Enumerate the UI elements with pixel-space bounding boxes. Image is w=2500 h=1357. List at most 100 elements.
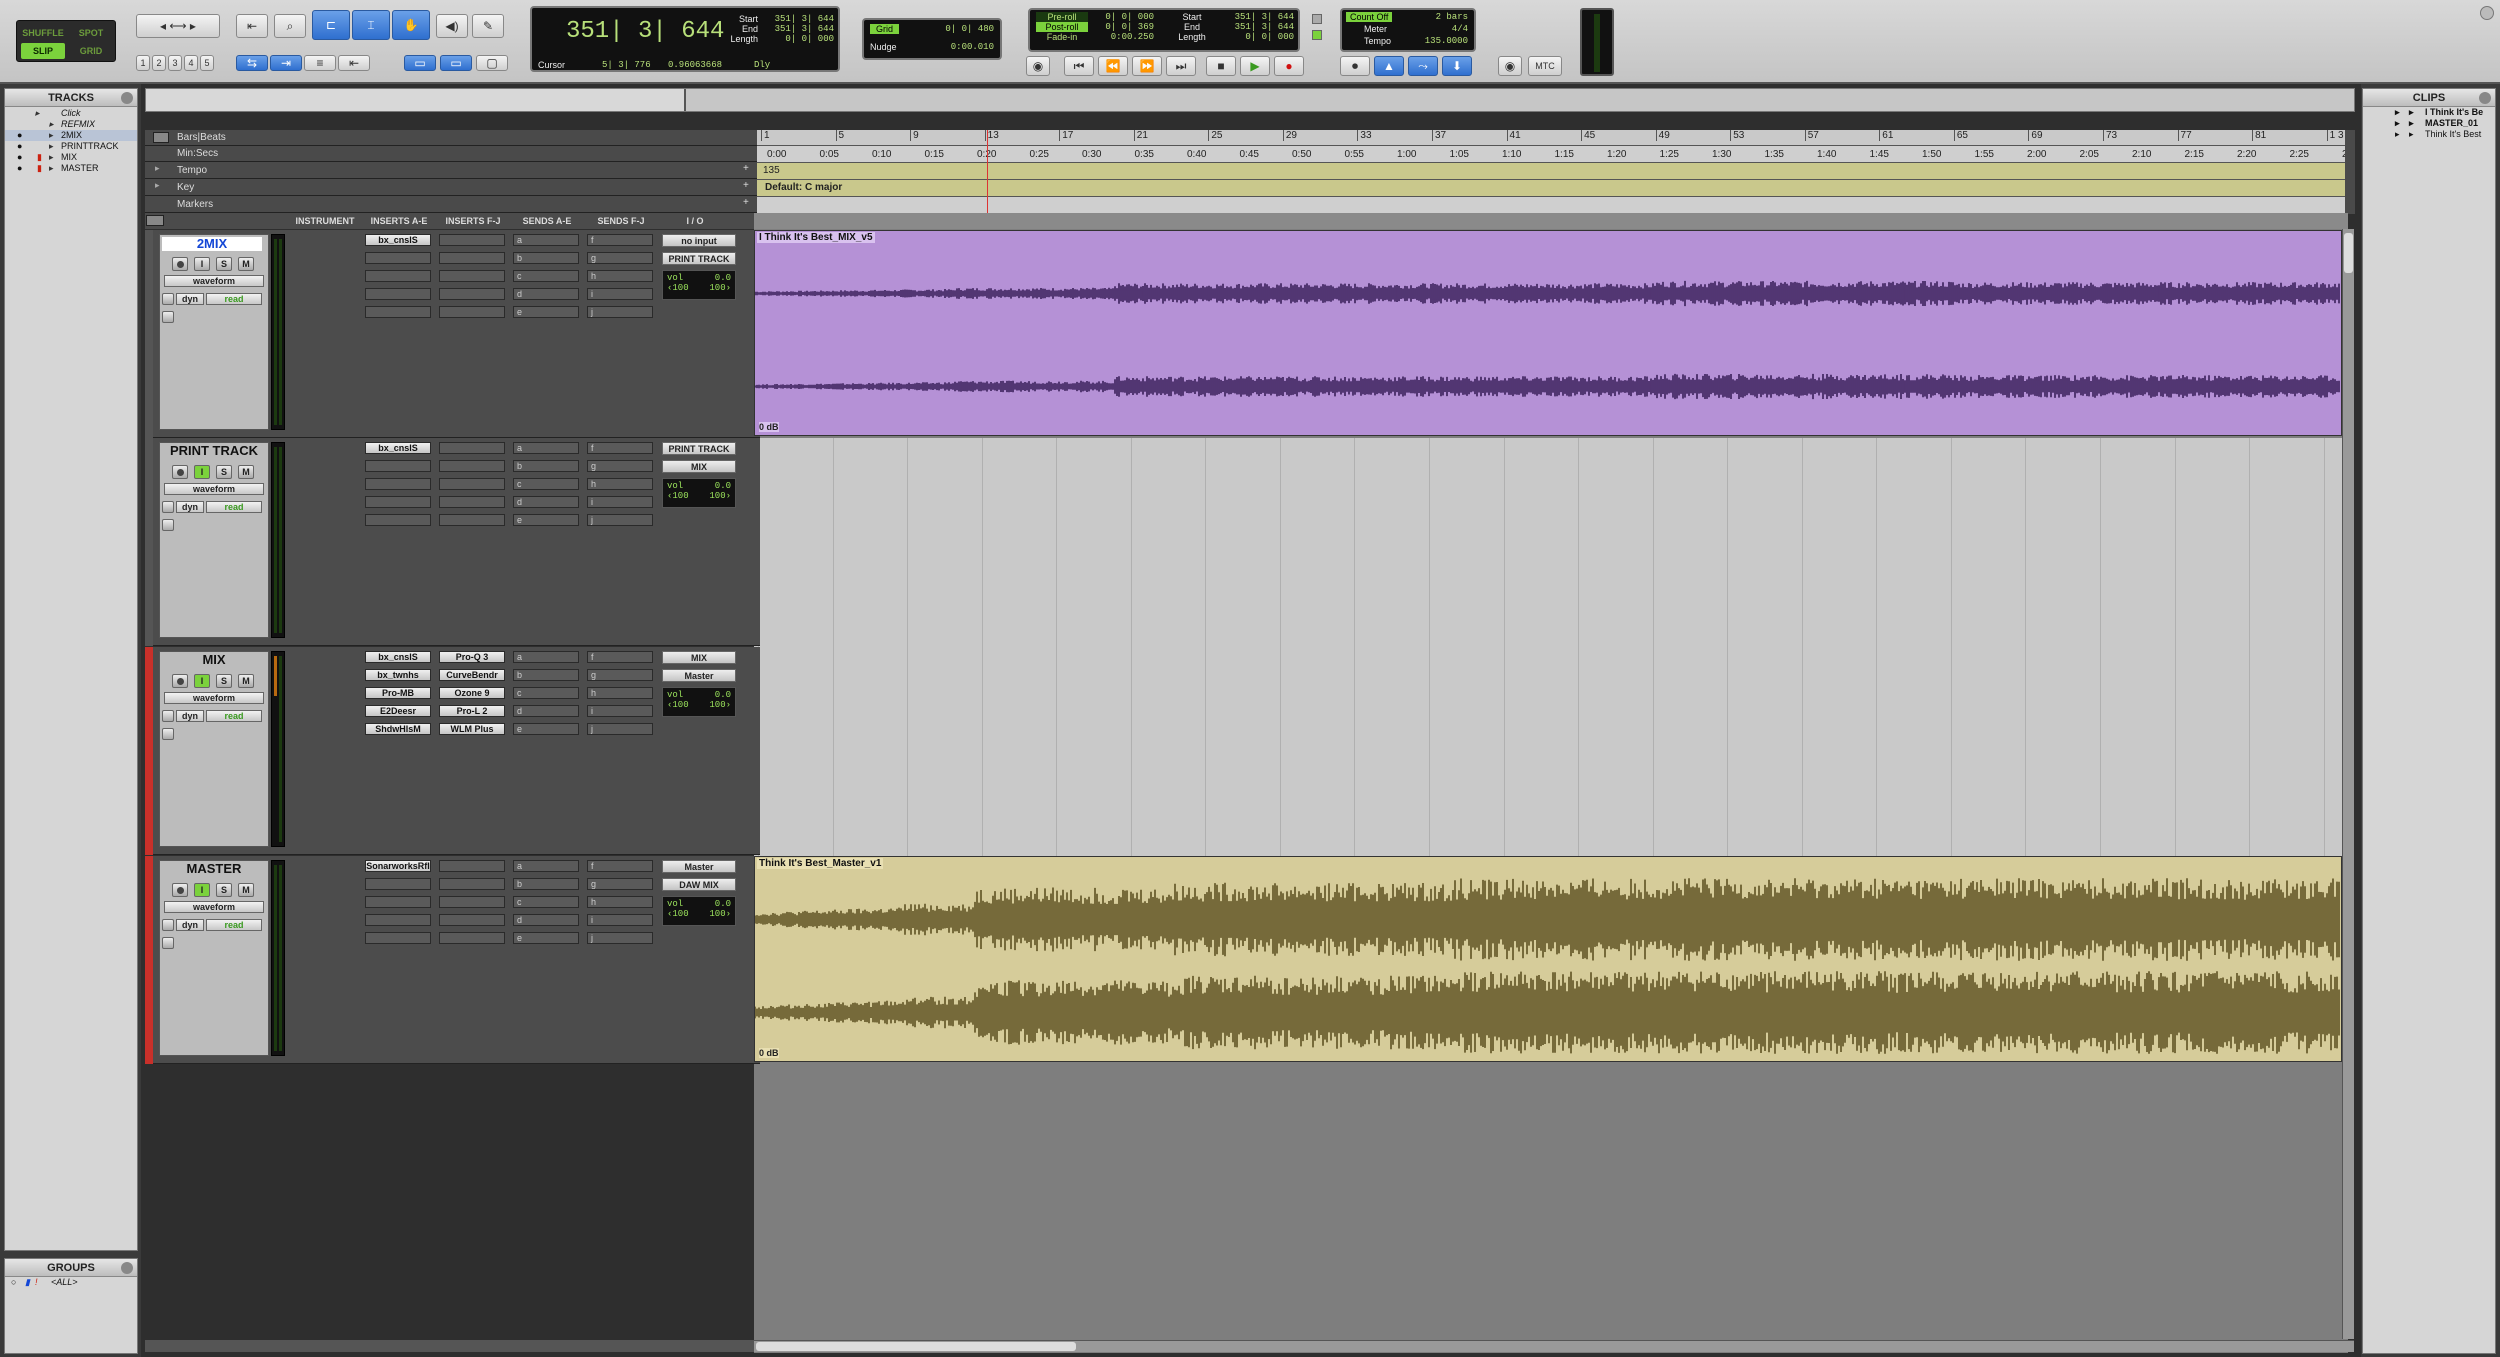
universe-strip[interactable] — [145, 88, 2355, 112]
send-slot-f-j[interactable]: h — [587, 270, 653, 282]
volume-value[interactable]: 0.0 — [715, 273, 731, 283]
send-slot-a-e[interactable]: c — [513, 270, 579, 282]
grid-label[interactable]: Grid — [870, 24, 900, 34]
pan-left-value[interactable]: ‹100 — [667, 909, 689, 919]
record-icon[interactable]: ● — [1274, 56, 1304, 76]
automation-mode-selector[interactable]: read — [206, 293, 262, 305]
zoom-controls[interactable]: ◂ ⟷ ▸ — [136, 14, 220, 38]
insert-slot-a-e[interactable]: SonarworksRfI — [365, 860, 431, 872]
send-slot-a-e[interactable]: e — [513, 723, 579, 735]
send-slot-f-j[interactable]: i — [587, 705, 653, 717]
zoom-preset-5[interactable]: 5 — [200, 55, 214, 71]
send-slot-a-e[interactable]: c — [513, 896, 579, 908]
volume-value[interactable]: 0.0 — [715, 481, 731, 491]
mode-shuffle[interactable]: SHUFFLE — [21, 25, 65, 41]
volume-value[interactable]: 0.0 — [715, 899, 731, 909]
pan-right-value[interactable]: 100› — [709, 909, 731, 919]
output-selector[interactable]: PRINT TRACK — [662, 252, 736, 265]
clip-list-item[interactable]: ▸ ▸ I Think It's Be — [2363, 107, 2495, 118]
insert-slot-a-e[interactable]: Pro-MB — [365, 687, 431, 699]
solo-icon[interactable]: S — [216, 674, 232, 688]
group-list-item[interactable]: ○ ▮! <ALL> — [5, 1277, 137, 1288]
insert-slot-f-j[interactable]: CurveBendr — [439, 669, 505, 681]
universe-view-box[interactable] — [146, 89, 686, 111]
mute-icon[interactable]: M — [238, 883, 254, 897]
insert-slot-f-j[interactable]: WLM Plus — [439, 723, 505, 735]
zoom-preset-1[interactable]: 1 — [136, 55, 150, 71]
zoom-preset-4[interactable]: 4 — [184, 55, 198, 71]
record-enable-icon[interactable] — [172, 883, 188, 897]
zoom-preset-2[interactable]: 2 — [152, 55, 166, 71]
send-slot-a-e[interactable]: d — [513, 288, 579, 300]
insert-slot-f-j[interactable] — [439, 234, 505, 246]
pan-left-value[interactable]: ‹100 — [667, 491, 689, 501]
input-selector[interactable]: Master — [662, 860, 736, 873]
insert-slot-a-e[interactable]: ShdwHlsM — [365, 723, 431, 735]
insert-slot-f-j[interactable] — [439, 896, 505, 908]
send-slot-f-j[interactable]: f — [587, 651, 653, 663]
dyn-toggle[interactable]: dyn — [176, 710, 204, 722]
cursor-mode-icon[interactable]: ▭ — [404, 55, 436, 71]
merge-icon[interactable]: ⤳ — [1408, 56, 1438, 76]
audio-clip[interactable]: I Think It's Best_MIX_v5 0 dB — [754, 230, 2342, 436]
fadein-value[interactable]: 0:00.250 — [1096, 32, 1154, 42]
horizontal-scroll-thumb[interactable] — [756, 1342, 1076, 1351]
send-slot-a-e[interactable]: b — [513, 669, 579, 681]
count-off-bars[interactable]: 2 bars — [1436, 12, 1468, 22]
postroll-value[interactable]: 0| 0| 369 — [1096, 22, 1154, 32]
track-name[interactable]: 2MIX — [162, 237, 262, 251]
track-options-icon[interactable] — [162, 710, 174, 722]
keyboard-focus-icon[interactable]: ⇤ — [338, 55, 370, 71]
grabber-tool-icon[interactable]: ✋ — [392, 10, 430, 40]
insert-slot-f-j[interactable] — [439, 514, 505, 526]
input-selector[interactable]: MIX — [662, 651, 736, 664]
insert-slot-a-e[interactable] — [365, 878, 431, 890]
insert-slot-f-j[interactable] — [439, 932, 505, 944]
bars-beats-ruler[interactable]: 1 5 9 13 17 21 25 29 33 37 41 45 49 53 57 61 65 69 73 77 81 1… — [757, 130, 2345, 146]
insert-slot-a-e[interactable] — [365, 914, 431, 926]
add-tempo-icon[interactable]: + — [743, 163, 749, 174]
fadein-label[interactable]: Fade-in — [1036, 32, 1088, 42]
insert-slot-a-e[interactable] — [365, 460, 431, 472]
window-menu-icon[interactable] — [2480, 6, 2494, 20]
send-slot-a-e[interactable]: b — [513, 460, 579, 472]
insert-slot-f-j[interactable]: Pro-L 2 — [439, 705, 505, 717]
stop-icon[interactable]: ■ — [1206, 56, 1236, 76]
insert-slot-f-j[interactable] — [439, 878, 505, 890]
elastic-audio-icon[interactable] — [162, 519, 174, 531]
output-selector[interactable]: DAW MIX — [662, 878, 736, 891]
send-slot-f-j[interactable]: g — [587, 460, 653, 472]
send-slot-f-j[interactable]: f — [587, 860, 653, 872]
send-slot-f-j[interactable]: i — [587, 914, 653, 926]
track-list-item[interactable]: ● ▮ ▸ MASTER — [5, 163, 137, 174]
wait-for-note-icon[interactable]: ⏺ — [1340, 56, 1370, 76]
insert-slot-f-j[interactable] — [439, 496, 505, 508]
t-end-value[interactable]: 351| 3| 644 — [1220, 22, 1294, 32]
send-slot-a-e[interactable]: a — [513, 860, 579, 872]
automation-mode-selector[interactable]: read — [206, 919, 262, 931]
send-slot-a-e[interactable]: c — [513, 687, 579, 699]
insert-slot-a-e[interactable]: bx_cnslS — [365, 442, 431, 454]
mtc-button[interactable]: MTC — [1528, 56, 1562, 76]
track-list-item[interactable]: ● ▸ PRINTTRACK — [5, 141, 137, 152]
sync-icon[interactable]: ◉ — [1498, 56, 1522, 76]
send-slot-f-j[interactable]: f — [587, 442, 653, 454]
return-to-zero-icon[interactable]: ⏮ — [1064, 56, 1094, 76]
send-slot-f-j[interactable]: h — [587, 687, 653, 699]
input-monitor-icon[interactable]: I — [194, 674, 210, 688]
track-options-icon[interactable] — [162, 501, 174, 513]
insert-slot-a-e[interactable] — [365, 288, 431, 300]
elastic-audio-icon[interactable] — [162, 728, 174, 740]
send-slot-a-e[interactable]: a — [513, 234, 579, 246]
t-length-value[interactable]: 0| 0| 000 — [1220, 32, 1294, 42]
tempo-value[interactable]: 135.0000 — [1425, 36, 1468, 46]
meter-value[interactable]: 4/4 — [1452, 24, 1468, 34]
send-slot-f-j[interactable]: g — [587, 669, 653, 681]
output-selector[interactable]: Master — [662, 669, 736, 682]
send-slot-f-j[interactable]: j — [587, 306, 653, 318]
track-options-icon[interactable] — [162, 293, 174, 305]
tempo-marker[interactable]: 135 — [763, 165, 780, 176]
insert-slot-f-j[interactable] — [439, 270, 505, 282]
preroll-label[interactable]: Pre-roll — [1036, 12, 1088, 22]
mute-icon[interactable]: M — [238, 674, 254, 688]
